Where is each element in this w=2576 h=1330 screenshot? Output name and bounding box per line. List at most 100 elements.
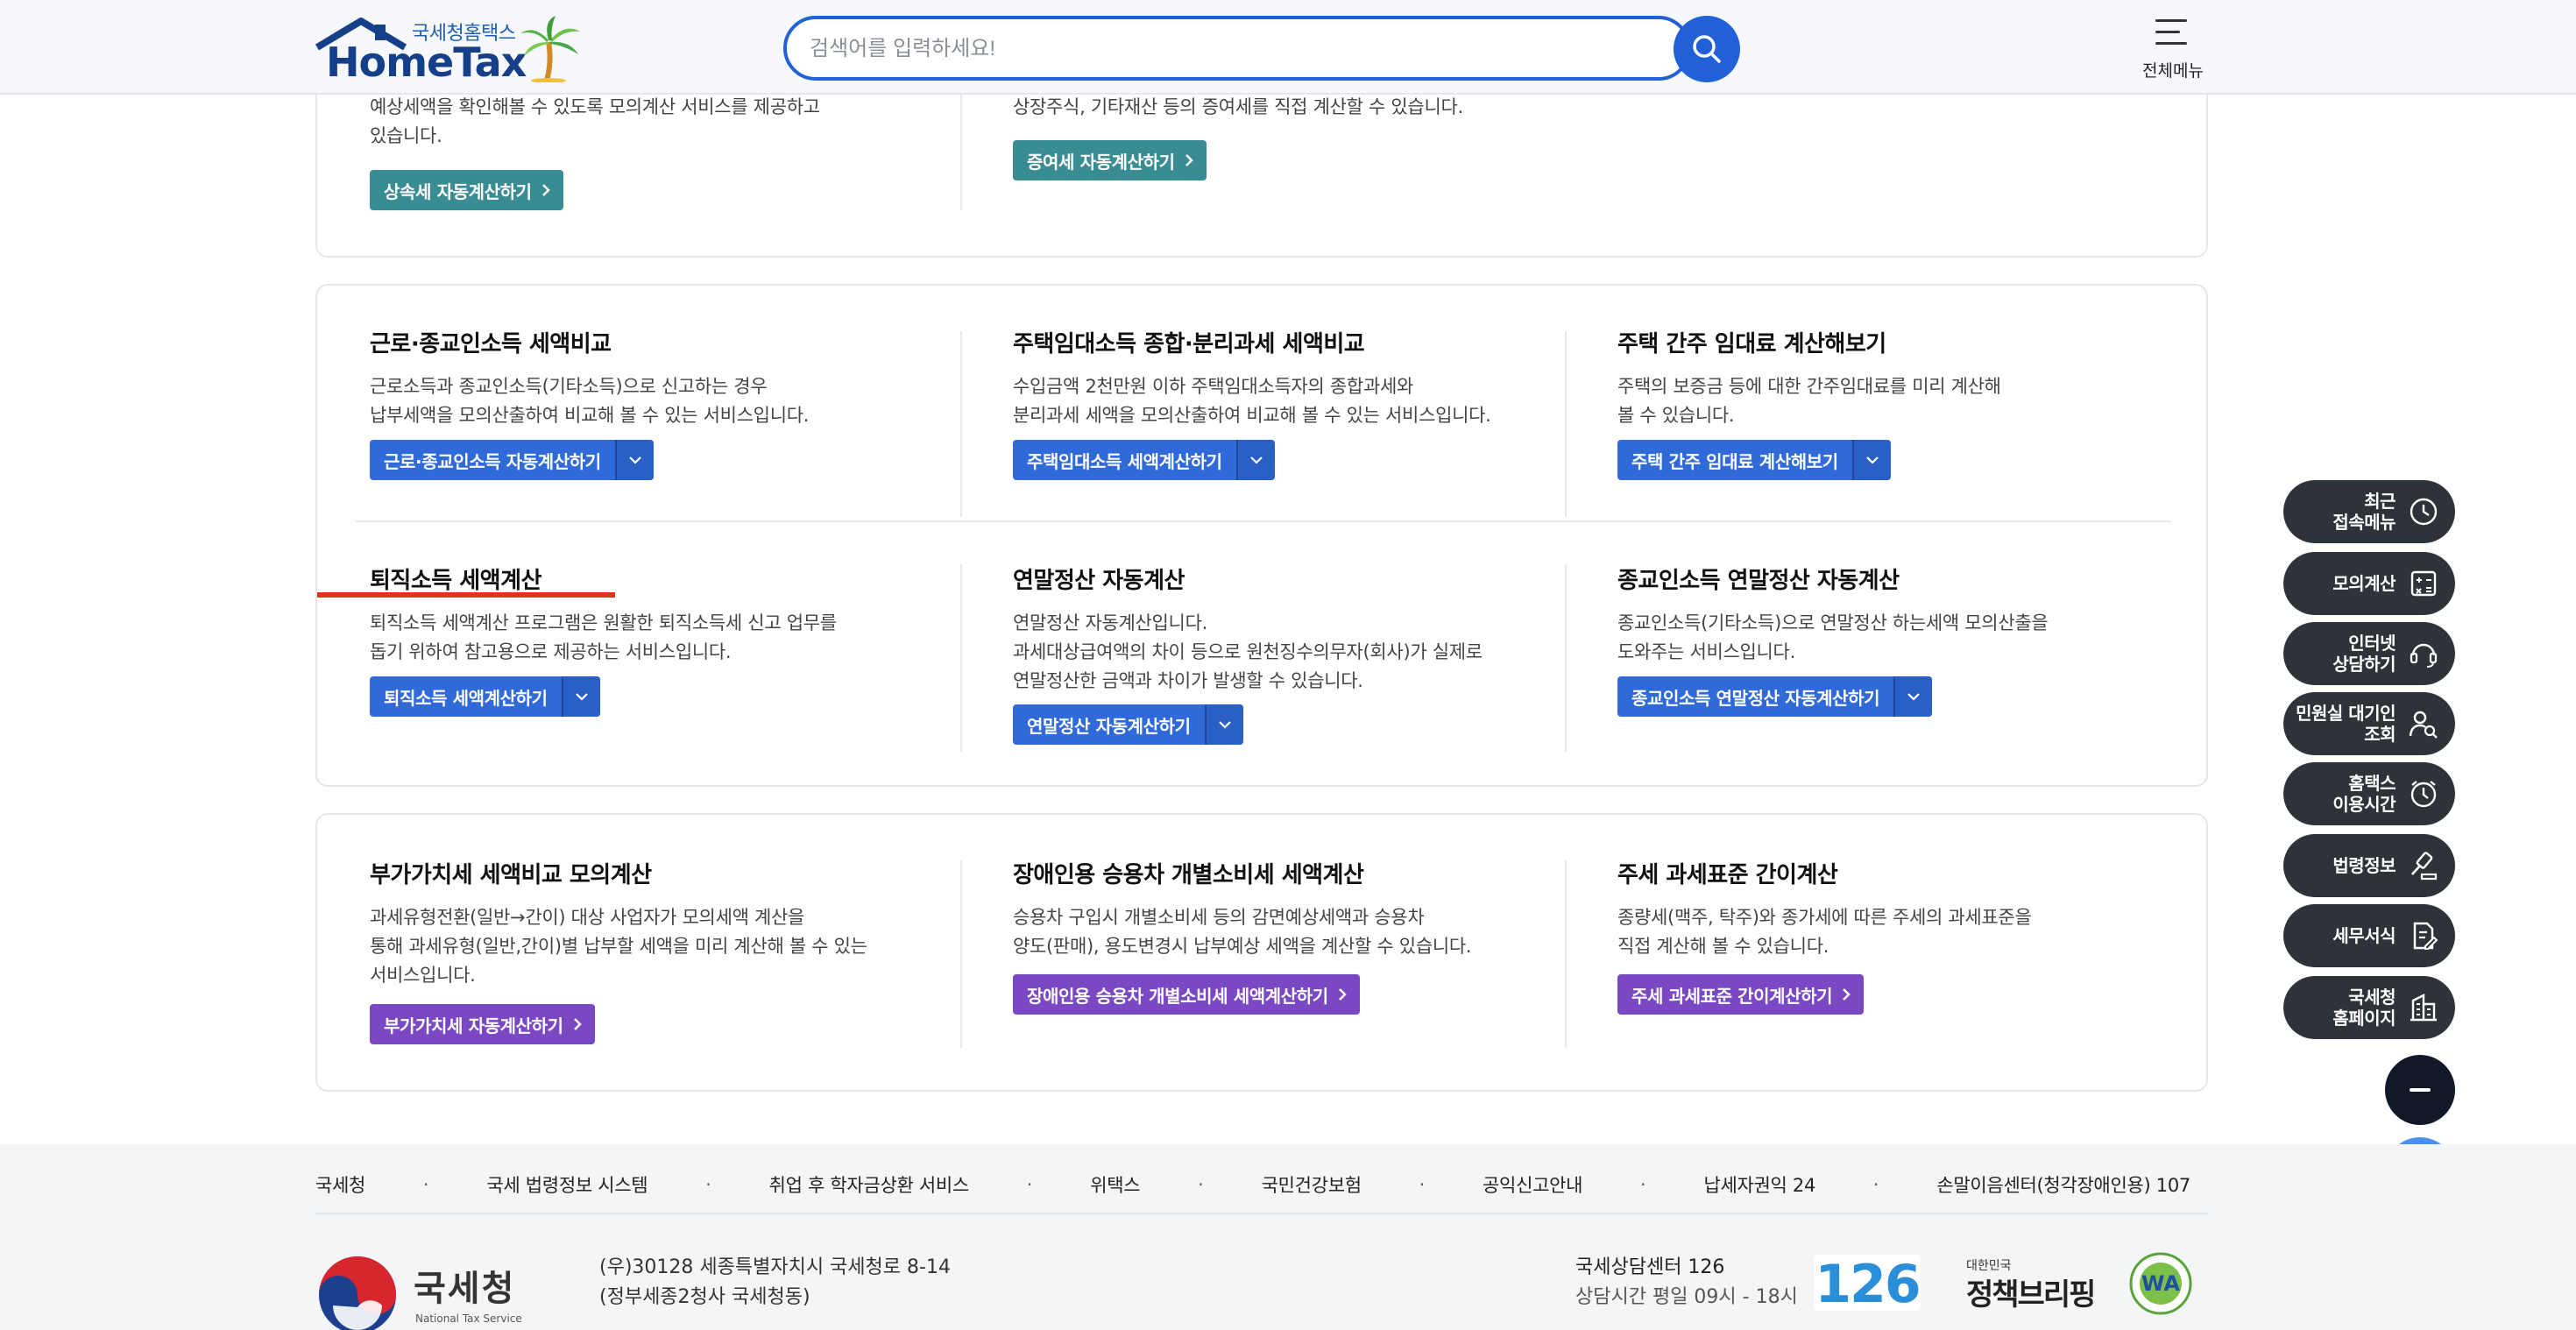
vat-compare-title: 부가가치세 세액비교 모의계산 [370, 862, 652, 888]
footer-link[interactable]: 국민건강보험 [1262, 1171, 1362, 1198]
earned-religious-calc-label: 근로·종교인소득 자동계산하기 [384, 450, 601, 472]
wa-certification-mark[interactable]: WA [2113, 1251, 2208, 1316]
side-menu-label: 홈택스 이용시간 [2332, 773, 2396, 815]
column-divider [960, 860, 962, 1048]
hometax-logo[interactable]: 국세청홈택스 HomeTax [314, 16, 585, 86]
side-menu-hometax-hours[interactable]: 홈택스 이용시간 [2283, 762, 2455, 825]
liquor-tax-title: 주세 과세표준 간이계산 [1617, 862, 1838, 888]
column-divider [1565, 331, 1567, 517]
vat-calc-button[interactable]: 부가가치세 자동계산하기 [370, 1004, 595, 1044]
deemed-rent-desc: 주택의 보증금 등에 대한 간주임대료를 미리 계산해 볼 수 있습니다. [1617, 376, 2001, 426]
side-menu-law-info[interactable]: 법령정보 [2283, 834, 2455, 897]
footer-links: 국세청 · 국세 법령정보 시스템 · 취업 후 학자금상환 서비스 · 위택스… [315, 1164, 2190, 1206]
footer-link[interactable]: 국세청 [315, 1171, 365, 1198]
religious-year-end-calc-button[interactable]: 종교인소득 연말정산 자동계산하기 [1617, 676, 1933, 717]
side-menu-tax-forms[interactable]: 세무서식 [2283, 904, 2455, 967]
link-separator: · [423, 1174, 429, 1195]
search-button[interactable] [1674, 16, 1740, 82]
side-menu-label: 인터넷 상담하기 [2332, 633, 2396, 675]
gift-calc-label: 증여세 자동계산하기 [1027, 151, 1175, 173]
chevron-down-icon[interactable] [1893, 676, 1933, 717]
housing-rental-calc-button[interactable]: 주택임대소득 세액계산하기 [1013, 440, 1275, 480]
liquor-tax-desc: 종량세(맥주, 탁주)와 종가세에 따른 주세의 과세표준을 직접 계산해 볼 … [1617, 907, 2032, 957]
footer: 국세청 · 국세 법령정보 시스템 · 취업 후 학자금상환 서비스 · 위택스… [0, 1144, 2576, 1330]
chevron-down-icon[interactable] [1851, 440, 1891, 480]
chevron-right-icon [572, 1004, 595, 1044]
consult-center-hours: 상담시간 평일 09시 - 18시 [1575, 1286, 1798, 1308]
gavel-icon [2406, 848, 2441, 883]
religious-year-end-item: 종교인소득 연말정산 자동계산 종교인소득(기타소득)으로 연말정산 하는세액 … [1617, 562, 2049, 667]
chevron-right-icon [1337, 974, 1360, 1015]
retirement-calc-label: 퇴직소득 세액계산하기 [384, 687, 548, 709]
card-vat: 부가가치세 세액비교 모의계산 과세유형전환(일반→간이) 대상 사업자가 모의… [315, 813, 2208, 1092]
disabled-car-item: 장애인용 승용차 개별소비세 세액계산 승용차 구입시 개별소비세 등의 감면예… [1013, 857, 1472, 961]
chevron-down-icon[interactable] [1204, 704, 1243, 745]
deemed-rent-item: 주택 간주 임대료 계산해보기 주택의 보증금 등에 대한 간주임대료를 미리 … [1617, 326, 2001, 430]
chevron-down-icon[interactable] [614, 440, 654, 480]
footer-link[interactable]: 납세자권익 24 [1703, 1171, 1815, 1198]
header: 국세청홈택스 HomeTax 전체메뉴 [0, 0, 2576, 95]
housing-rental-item: 주택임대소득 종합·분리과세 세액비교 수입금액 2천만원 이하 주택임대소득자… [1013, 326, 1491, 430]
highlight-underline [317, 592, 615, 598]
liquor-tax-calc-label: 주세 과세표준 간이계산하기 [1631, 985, 1833, 1007]
column-divider [960, 88, 962, 210]
inheritance-desc: 예상세액을 확인해볼 수 있도록 모의계산 서비스를 제공하고 있습니다. [370, 96, 820, 146]
liquor-tax-calc-button[interactable]: 주세 과세표준 간이계산하기 [1617, 974, 1865, 1015]
housing-rental-desc: 수입금액 2천만원 이하 주택임대소득자의 종합과세와 분리과세 세액을 모의산… [1013, 376, 1491, 426]
earned-religious-calc-button[interactable]: 근로·종교인소득 자동계산하기 [370, 440, 654, 480]
footer-link[interactable]: 위택스 [1090, 1171, 1140, 1198]
minus-icon [2410, 1088, 2431, 1092]
side-menu-waiting-lookup[interactable]: 민원실 대기인 조회 [2283, 692, 2455, 755]
year-end-calc-button[interactable]: 연말정산 자동계산하기 [1013, 704, 1243, 745]
religious-year-end-calc-label: 종교인소득 연말정산 자동계산하기 [1631, 687, 1880, 709]
gift-desc: 상장주식, 기타재산 등의 증여세를 직접 계산할 수 있습니다. [1013, 96, 1463, 117]
footer-link[interactable]: 국세 법령정보 시스템 [486, 1171, 648, 1198]
earned-religious-item: 근로·종교인소득 세액비교 근로소득과 종교인소득(기타소득)으로 신고하는 경… [370, 326, 809, 430]
year-end-title: 연말정산 자동계산 [1013, 568, 1185, 594]
deemed-rent-title: 주택 간주 임대료 계산해보기 [1617, 331, 1886, 357]
footer-link[interactable]: 손말이음센터(청각장애인용) 107 [1936, 1171, 2190, 1198]
retirement-calc-button[interactable]: 퇴직소득 세액계산하기 [370, 676, 600, 717]
badge-126-logo[interactable]: 126 [1814, 1254, 1921, 1315]
chevron-right-icon [1841, 974, 1864, 1015]
document-edit-icon [2406, 918, 2441, 953]
nts-logo-en: National Tax Service [415, 1312, 522, 1325]
all-menu-button[interactable]: 전체메뉴 [2138, 14, 2208, 84]
policy-briefing-logo[interactable]: 대한민국 정책브리핑 [1963, 1255, 2096, 1312]
link-separator: · [705, 1174, 711, 1195]
link-separator: · [1026, 1174, 1033, 1195]
retirement-desc: 퇴직소득 세액계산 프로그램은 원활한 퇴직소득세 신고 업무를 돕기 위하여 … [370, 612, 837, 662]
search-input[interactable] [810, 32, 1581, 67]
vat-compare-desc: 과세유형전환(일반→간이) 대상 사업자가 모의세액 계산을 통해 과세유형(일… [370, 907, 867, 986]
svg-text:126: 126 [1815, 1255, 1919, 1311]
side-menu-label: 세무서식 [2332, 925, 2396, 946]
disabled-car-calc-button[interactable]: 장애인용 승용차 개별소비세 세액계산하기 [1013, 974, 1360, 1015]
side-menu-mock-calc[interactable]: 모의계산 [2283, 552, 2455, 615]
column-divider [1565, 860, 1567, 1048]
liquor-tax-item: 주세 과세표준 간이계산 종량세(맥주, 탁주)와 종가세에 따른 주세의 과세… [1617, 857, 2032, 961]
chat-icon [2406, 636, 2441, 671]
inheritance-calc-button[interactable]: 상속세 자동계산하기 [370, 170, 563, 210]
chevron-down-icon[interactable] [561, 676, 600, 717]
footer-link[interactable]: 공익신고안내 [1483, 1171, 1582, 1198]
chevron-down-icon[interactable] [1235, 440, 1275, 480]
inheritance-item: 예상세액을 확인해볼 수 있도록 모의계산 서비스를 제공하고 있습니다. [370, 93, 820, 151]
side-menu-label: 민원실 대기인 조회 [2296, 703, 2396, 745]
search-box [783, 16, 1691, 81]
gift-calc-button[interactable]: 증여세 자동계산하기 [1013, 140, 1207, 180]
side-menu-label: 모의계산 [2332, 573, 2396, 594]
nts-logo[interactable]: 국세청 National Tax Service [315, 1253, 543, 1330]
side-menu-recent[interactable]: 최근 접속메뉴 [2283, 480, 2455, 543]
clock-icon [2406, 776, 2441, 811]
deemed-rent-calc-button[interactable]: 주택 간주 임대료 계산해보기 [1617, 440, 1891, 480]
religious-year-end-desc: 종교인소득(기타소득)으로 연말정산 하는세액 모의산출을 도와주는 서비스입니… [1617, 612, 2049, 662]
side-menu-internet-consult[interactable]: 인터넷 상담하기 [2283, 622, 2455, 685]
collapse-menu-button[interactable] [2385, 1055, 2455, 1125]
svg-text:WA: WA [2141, 1271, 2180, 1296]
palm-tree-icon [520, 16, 580, 82]
year-end-desc: 연말정산 자동계산입니다. 과세대상급여액의 차이 등으로 원천징수의무자(회사… [1013, 612, 1483, 691]
footer-link[interactable]: 취업 후 학자금상환 서비스 [769, 1171, 970, 1198]
chevron-right-icon [1184, 140, 1207, 180]
side-menu-nts-homepage[interactable]: 국세청 홈페이지 [2283, 976, 2455, 1039]
person-search-icon [2406, 706, 2441, 741]
